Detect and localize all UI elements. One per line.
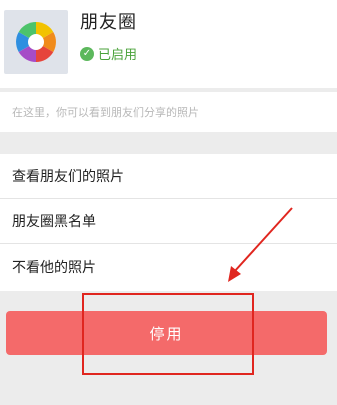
menu-item-label: 不看他的照片 xyxy=(12,259,96,276)
menu-item-blacklist[interactable]: 朋友圈黑名单 xyxy=(0,199,337,244)
menu-item-label: 查看朋友们的照片 xyxy=(12,169,124,185)
aperture-icon xyxy=(4,10,68,74)
description-text: 在这里，你可以看到朋友们分享的照片 xyxy=(12,106,199,119)
app-header: 朋友圈 ✓ 已启用 xyxy=(0,0,337,88)
settings-menu: 查看朋友们的照片 朋友圈黑名单 不看他的照片 xyxy=(0,154,337,291)
menu-item-hide-his-photos[interactable]: 不看他的照片 xyxy=(0,244,337,289)
menu-item-view-friends-photos[interactable]: 查看朋友们的照片 xyxy=(0,154,337,199)
menu-item-label: 朋友圈黑名单 xyxy=(12,214,96,230)
description-panel: 在这里，你可以看到朋友们分享的照片 xyxy=(0,92,337,132)
page-title: 朋友圈 xyxy=(80,12,137,33)
aperture-icon-graphic xyxy=(16,22,56,62)
check-circle-icon: ✓ xyxy=(80,46,94,61)
disable-button[interactable]: 停用 xyxy=(6,311,327,355)
status-badge: ✓ 已启用 xyxy=(80,44,137,63)
status-label: 已启用 xyxy=(98,48,138,63)
